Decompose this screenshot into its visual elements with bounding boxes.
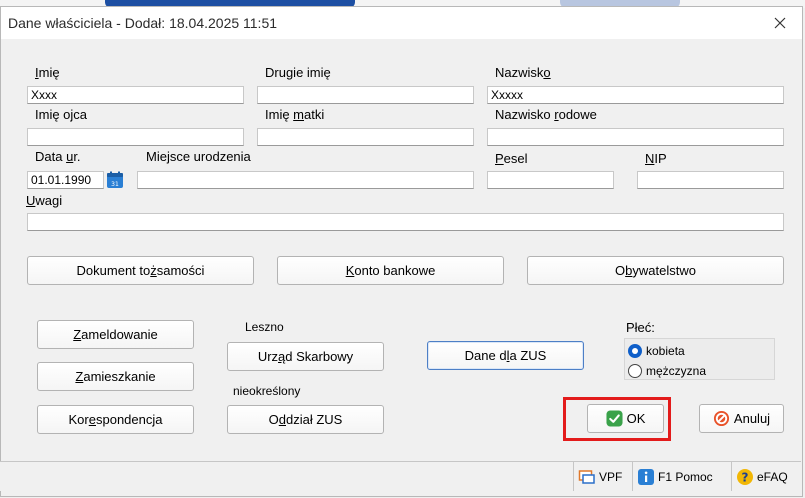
pesel-input[interactable] [487,171,614,189]
close-icon [774,17,786,29]
efaq-label: eFAQ [757,469,788,484]
question-icon: ? [737,468,753,485]
pomoc-label: F1 Pomoc [658,469,713,484]
nazwisko-input[interactable]: Xxxxx [487,86,784,104]
anuluj-button[interactable]: Anuluj [699,404,784,433]
nazwisko-rodowe-input[interactable] [487,128,784,146]
oddzial-button-label: Oddział ZUS [268,412,343,427]
korespondencja-button-label: Korespondencja [68,412,163,427]
obywatelstwo-button-label: Obywatelstwo [615,263,696,278]
miejsce-urodzenia-label: Miejsce urodzenia [146,149,251,164]
svg-text:31: 31 [111,181,119,188]
close-button[interactable] [758,7,802,39]
oddzial-zus-value: nieokreślony [233,384,301,398]
korespondencja-button[interactable]: Korespondencja [37,405,194,434]
info-icon [638,468,654,485]
radio-mezczyzna-label: mężczyzna [646,364,707,378]
drugie-imie-label: Drugie imię [265,65,331,80]
zameldowanie-button[interactable]: Zameldowanie [37,320,194,349]
drugie-imie-input[interactable] [257,86,474,104]
urzad-skarbowy-button[interactable]: Urząd Skarbowy [227,342,384,371]
oddzial-zus-button[interactable]: Oddział ZUS [227,405,384,434]
nip-input[interactable] [637,171,784,189]
radio-mezczyzna[interactable] [628,364,642,378]
window-title: Dane właściciela - Dodał: 18.04.2025 11:… [8,15,278,31]
vpf-icon [578,469,595,484]
calendar-icon[interactable]: 31 [106,171,124,189]
vpf-label: VPF [599,469,623,484]
title-bar: Dane właściciela - Dodał: 18.04.2025 11:… [1,7,802,39]
imie-input[interactable]: Xxxx [27,86,244,104]
svg-text:?: ? [742,470,749,484]
konto-button-label: Konto bankowe [345,263,436,278]
imie-ojca-label: Imię ojca [35,107,88,122]
status-bar: VPF F1 Pomoc ? eFAQ [0,461,801,491]
nazwisko-rodowe-label: Nazwisko rodowe [495,107,597,122]
obywatelstwo-button[interactable]: Obywatelstwo [527,256,784,285]
ok-button-label: OK [626,411,646,426]
efaq-button[interactable]: ? eFAQ [731,462,801,491]
check-icon [606,410,623,427]
urzad-skarbowy-value: Leszno [245,320,284,334]
data-ur-label: Data ur. [35,149,81,164]
nazwisko-label: Nazwisko [495,65,551,80]
vpf-button[interactable]: VPF [573,462,631,491]
zamieszkanie-button[interactable]: Zamieszkanie [37,362,194,391]
plec-label: Płeć: [626,320,655,335]
radio-kobieta[interactable] [628,344,642,358]
data-ur-input[interactable]: 01.01.1990 [27,171,104,189]
miejsce-urodzenia-input[interactable] [137,171,474,189]
uwagi-input[interactable] [27,213,784,231]
imie-matki-label: Imię matki [265,107,325,122]
f1-pomoc-button[interactable]: F1 Pomoc [632,462,730,491]
nip-label: NIP [645,151,667,166]
zameldowanie-button-label: Zameldowanie [73,327,158,342]
dane-zus-button-label: Dane dla ZUS [464,348,547,363]
radio-kobieta-label: kobieta [646,344,685,358]
pesel-label: Pesel [495,151,528,166]
imie-ojca-input[interactable] [27,128,244,146]
uwagi-label: Uwagi [26,193,63,208]
dokument-tozsamosci-button[interactable]: Dokument tożsamości [27,256,254,285]
ok-button[interactable]: OK [587,404,664,433]
dane-dla-zus-button[interactable]: Dane dla ZUS [427,341,584,370]
imie-label: Imię [35,65,60,80]
cancel-icon [713,410,729,427]
imie-matki-input[interactable] [257,128,474,146]
anuluj-button-label: Anuluj [733,411,771,426]
zamieszkanie-button-label: Zamieszkanie [75,369,156,384]
dokument-button-label: Dokument tożsamości [76,263,205,278]
urzad-button-label: Urząd Skarbowy [257,349,354,364]
konto-bankowe-button[interactable]: Konto bankowe [277,256,504,285]
